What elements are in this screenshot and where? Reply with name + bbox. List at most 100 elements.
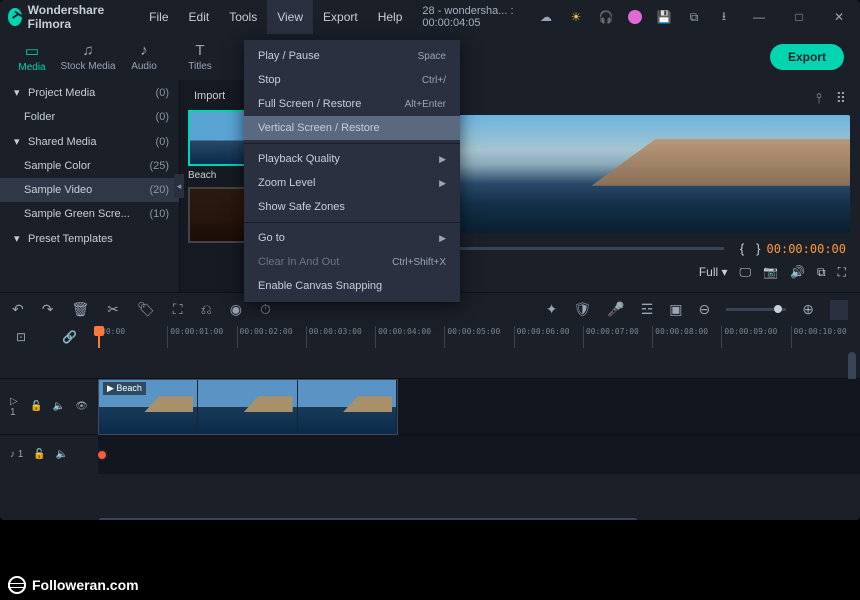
ruler-mark: 00:00 xyxy=(98,326,167,348)
undo-button[interactable]: ↶ xyxy=(12,301,24,318)
filter-icon[interactable]: ⫯ xyxy=(816,90,822,107)
track-id: ▷ 1 xyxy=(10,396,20,418)
monitor-icon[interactable]: 🖵 xyxy=(740,265,752,280)
timeline-ruler[interactable]: ⊡ 🔗 00:0000:00:01:0000:00:02:0000:00:03:… xyxy=(0,326,860,348)
ruler-mark: 00:00:01:00 xyxy=(167,326,236,348)
collapse-sidebar-button[interactable]: ◂ xyxy=(174,174,184,198)
menu-help[interactable]: Help xyxy=(368,0,413,34)
support-icon[interactable]: 🎧 xyxy=(598,9,614,25)
menu-tools[interactable]: Tools xyxy=(219,0,267,34)
visibility-icon[interactable]: 👁 xyxy=(75,401,88,412)
ruler-mark: 00:00:10:00 xyxy=(791,326,860,348)
color-button[interactable]: ◉ xyxy=(230,301,242,318)
fit-dropdown[interactable]: Full ▾ xyxy=(699,265,728,279)
zoom-out-button[interactable]: ⊖ xyxy=(699,301,711,318)
timeline-tracks: ▷ 1 🔓 🔈 👁 ▶ Beach ♪ 1 🔓 🔈 xyxy=(0,348,860,520)
app-window: Wondershare Filmora FileEditToolsViewExp… xyxy=(0,0,860,520)
menu-item[interactable]: Enable Canvas Snapping xyxy=(244,274,460,298)
tab-audio[interactable]: ♪Audio xyxy=(116,38,172,77)
meter-icon xyxy=(830,300,848,320)
sidebar-item[interactable]: Folder(0) xyxy=(0,105,179,129)
speed-button[interactable]: ⏱ xyxy=(260,301,271,318)
menu-item[interactable]: StopCtrl+/ xyxy=(244,68,460,92)
title-bar: Wondershare Filmora FileEditToolsViewExp… xyxy=(0,0,860,34)
mute-icon[interactable]: 🔈 xyxy=(53,401,65,412)
menu-item[interactable]: Go to▶ xyxy=(244,226,460,250)
menu-item[interactable]: Playback Quality▶ xyxy=(244,147,460,171)
menu-item[interactable]: Full Screen / RestoreAlt+Enter xyxy=(244,92,460,116)
mark-out-button[interactable]: } xyxy=(756,241,760,256)
marker-button[interactable]: ▣ xyxy=(669,301,682,318)
menu-file[interactable]: File xyxy=(139,0,178,34)
render-button[interactable]: ✦ xyxy=(546,301,558,318)
grid-icon[interactable]: ⠿ xyxy=(836,90,846,107)
redo-button[interactable]: ↷ xyxy=(42,301,54,318)
tab-titles[interactable]: TTitles xyxy=(172,38,228,77)
clip-label: ▶ Beach xyxy=(103,382,146,395)
audio-keyframe[interactable] xyxy=(96,449,108,461)
horizontal-scrollbar[interactable] xyxy=(98,518,638,520)
menu-item: Clear In And OutCtrl+Shift+X xyxy=(244,250,460,274)
close-button[interactable]: ✕ xyxy=(826,10,852,24)
video-track-1[interactable]: ▷ 1 🔓 🔈 👁 ▶ Beach xyxy=(0,378,860,434)
menu-bar: FileEditToolsViewExportHelp xyxy=(139,0,412,34)
playhead[interactable] xyxy=(98,326,100,348)
menu-view[interactable]: View xyxy=(267,0,313,34)
safe-button[interactable]: 🛡 xyxy=(574,301,592,318)
vertical-scrollbar[interactable] xyxy=(848,352,856,382)
voiceover-button[interactable]: 🎤 xyxy=(607,301,624,318)
volume-icon[interactable]: 🔊 xyxy=(790,265,805,279)
ruler-mark: 00:00:08:00 xyxy=(652,326,721,348)
sidebar-item[interactable]: ▾Project Media(0) xyxy=(0,80,179,105)
timeline-settings-icon[interactable]: ⊡ xyxy=(16,330,26,344)
camera-icon[interactable]: 📷 xyxy=(763,265,778,279)
snapshot-icon[interactable]: ⧉ xyxy=(686,9,702,25)
minimize-button[interactable]: — xyxy=(746,10,772,24)
fullscreen-icon[interactable]: ⛶ xyxy=(838,265,846,280)
export-button[interactable]: Export xyxy=(770,44,844,70)
track-id: ♪ 1 xyxy=(10,449,23,460)
ruler-mark: 00:00:06:00 xyxy=(514,326,583,348)
download-icon[interactable]: ⭳ xyxy=(716,9,732,25)
menu-export[interactable]: Export xyxy=(313,0,368,34)
sidebar-item[interactable]: ▾Preset Templates xyxy=(0,226,179,251)
media-sidebar: ▾Project Media(0)Folder(0)▾Shared Media(… xyxy=(0,80,180,292)
tab-stock[interactable]: ♫Stock Media xyxy=(60,38,116,77)
tab-media[interactable]: ▭Media xyxy=(4,38,60,77)
link-icon[interactable]: 🔗 xyxy=(62,330,77,344)
video-clip-beach[interactable]: ▶ Beach xyxy=(98,379,398,435)
save-icon[interactable]: 💾 xyxy=(656,9,672,25)
compare-icon[interactable]: ⧉ xyxy=(817,265,826,280)
ruler-mark: 00:00:02:00 xyxy=(237,326,306,348)
record-indicator-icon[interactable] xyxy=(628,10,642,24)
zoom-slider[interactable] xyxy=(726,308,786,311)
menu-item[interactable]: Vertical Screen / Restore xyxy=(244,116,460,140)
project-info: 28 - wondersha... : 00:00:04:05 xyxy=(422,5,538,29)
sidebar-item[interactable]: Sample Green Scre...(10) xyxy=(0,202,179,226)
menu-edit[interactable]: Edit xyxy=(179,0,220,34)
theme-icon[interactable]: ☀ xyxy=(568,9,584,25)
lock-icon[interactable]: 🔓 xyxy=(33,449,45,460)
mute-icon[interactable]: 🔈 xyxy=(56,449,68,460)
sidebar-item[interactable]: Sample Color(25) xyxy=(0,154,179,178)
tag-button[interactable]: 🏷 xyxy=(137,301,155,318)
app-logo-icon xyxy=(8,8,22,26)
cloud-icon[interactable]: ☁ xyxy=(538,9,554,25)
menu-item[interactable]: Play / PauseSpace xyxy=(244,44,460,68)
sidebar-item[interactable]: ▾Shared Media(0) xyxy=(0,129,179,154)
app-title: Wondershare Filmora xyxy=(28,3,122,31)
mark-in-button[interactable]: { xyxy=(740,241,744,256)
adjust-button[interactable]: ⎌ xyxy=(201,301,212,318)
split-button[interactable]: ✂ xyxy=(107,301,119,318)
lock-icon[interactable]: 🔓 xyxy=(30,401,42,412)
audio-track-1[interactable]: ♪ 1 🔓 🔈 xyxy=(0,434,860,474)
delete-button[interactable]: 🗑 xyxy=(71,301,89,318)
menu-item[interactable]: Zoom Level▶ xyxy=(244,171,460,195)
crop-button[interactable]: ⛶ xyxy=(173,301,183,318)
sidebar-item[interactable]: Sample Video(20) xyxy=(0,178,179,202)
maximize-button[interactable]: □ xyxy=(786,10,812,24)
watermark: Followeran.com xyxy=(8,576,139,594)
menu-item[interactable]: Show Safe Zones xyxy=(244,195,460,219)
mixer-button[interactable]: ☲ xyxy=(641,301,654,318)
zoom-in-button[interactable]: ⊕ xyxy=(802,301,814,318)
